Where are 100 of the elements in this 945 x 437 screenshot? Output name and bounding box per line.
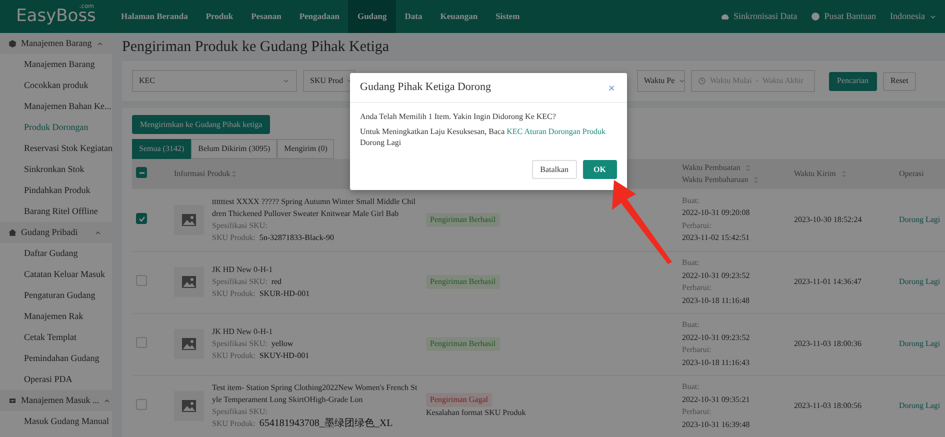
reset-button[interactable]: Reset: [882, 72, 916, 90]
time-label: Buat:: [682, 319, 700, 331]
timestamp: 2022-10-31 09:23:52: [682, 270, 751, 282]
dialog-message: Anda Telah Memilih 1 Item. Yakin Ingin Didorong Ke KEC?: [360, 111, 557, 122]
ok-button[interactable]: OK: [582, 160, 617, 179]
field-label: Spesifikasi SKU:: [212, 220, 268, 232]
status-badge: Pengiriman Berhasil: [426, 275, 500, 289]
field-label: SKU Produk:: [212, 232, 256, 244]
nav-tab[interactable]: Pengadaan: [290, 0, 348, 33]
status-tab[interactable]: Mengirim (0): [277, 139, 334, 159]
product-name: JK HD New 0-H-1: [212, 264, 274, 276]
time-label: Perbarui:: [682, 220, 712, 232]
status-badge: Pengiriman Gagal: [426, 393, 492, 407]
group-title: Manajemen Barang: [21, 36, 92, 50]
group-title: Gudang Pribadi: [21, 226, 78, 239]
timestamp: 2022-10-31 09:23:52: [682, 332, 751, 344]
store-select[interactable]: KEC: [132, 70, 297, 92]
push-again-link[interactable]: Dorong Lagi: [899, 214, 940, 224]
nav-tab[interactable]: Gudang: [348, 0, 396, 33]
status-badge: Pengiriman Berhasil: [426, 337, 500, 351]
push-again-link[interactable]: Dorong Lagi: [899, 401, 940, 410]
page-title: Pengiriman Produk ke Gudang Pihak Ketiga: [122, 38, 390, 57]
push-again-link[interactable]: Dorong Lagi: [899, 277, 940, 286]
sidebar-item[interactable]: Pengaturan Gudang: [0, 285, 112, 306]
sent-time: 2023-10-30 18:52:24: [794, 214, 862, 224]
timestamp: 2023-10-31 16:39:48: [682, 418, 751, 430]
time-label: Perbarui:: [682, 406, 712, 418]
time-label: Buat:: [682, 381, 700, 393]
image-icon: [181, 212, 197, 228]
timestamp: 2022-10-31 09:35:21: [682, 394, 751, 406]
sidebar-item[interactable]: Pemindahan Gudang: [0, 348, 112, 369]
sidebar-item[interactable]: Catatan Keluar Masuk: [0, 264, 112, 285]
time-label: Perbarui:: [682, 344, 712, 356]
nav-tab[interactable]: Sistem: [486, 0, 529, 33]
time-label: Buat:: [682, 257, 700, 269]
rules-link[interactable]: KEC Aturan Dorongan Produk: [506, 127, 606, 136]
status-tab[interactable]: Semua (3142): [132, 139, 192, 159]
sort-icon: [752, 176, 760, 184]
sidebar-item[interactable]: Daftar Gudang: [0, 243, 112, 264]
close-button[interactable]: ×: [606, 82, 617, 94]
sidebar-group-header[interactable]: Manajemen Barang: [0, 33, 112, 54]
checkbox[interactable]: [136, 398, 147, 410]
timestamp: 2022-10-31 09:20:08: [682, 207, 751, 220]
sync-link[interactable]: Sinkronisasi Data: [720, 10, 798, 24]
checkbox[interactable]: [136, 336, 147, 348]
sidebar-item[interactable]: Barang Ritel Offline: [0, 201, 112, 222]
time-label: Buat:: [682, 194, 700, 207]
sidebar-item[interactable]: Masuk Gudang Manual: [0, 411, 112, 432]
help-link[interactable]: Pusat Bantuan: [811, 10, 876, 24]
field-label: SKU Produk:: [212, 288, 256, 300]
image-icon: [181, 336, 197, 352]
push-again-link[interactable]: Dorong Lagi: [899, 339, 940, 348]
column-header[interactable]: Informasi Produk: [174, 169, 230, 178]
status-tab[interactable]: Belum Dikirim (3095): [191, 139, 278, 159]
nav-tab[interactable]: Keuangan: [431, 0, 487, 33]
nav-tab[interactable]: Halaman Beranda: [112, 0, 197, 33]
group-title: Manajemen Masuk ...: [21, 394, 100, 407]
time-type-select[interactable]: Waktu Pe: [637, 70, 685, 92]
status-badge: Pengiriman Berhasil: [426, 212, 500, 227]
sidebar-item[interactable]: Operasi PDA: [0, 369, 112, 390]
checkbox[interactable]: [136, 167, 147, 178]
sidebar-item[interactable]: Produk Dorongan: [0, 117, 112, 138]
sidebar-item[interactable]: Manajemen Bahan Ke...: [0, 96, 112, 117]
nav-tab[interactable]: Pesanan: [242, 0, 290, 33]
field-label: Spesifikasi SKU:: [212, 338, 268, 350]
sidebar-item[interactable]: Reservasi Stok Kegiatan: [0, 138, 112, 159]
sidebar-item[interactable]: Manajemen Barang: [0, 54, 112, 75]
sidebar-item[interactable]: Pindahkan Produk: [0, 180, 112, 201]
cancel-button[interactable]: Batalkan: [532, 160, 577, 179]
check-icon: [138, 214, 146, 222]
column-header[interactable]: Waktu Kirim: [794, 168, 836, 180]
push-to-warehouse-button[interactable]: Mengirimkan ke Gudang Pihak ketiga: [132, 115, 270, 134]
image-icon: [181, 274, 197, 290]
product-name: JK HD New 0-H-1: [212, 326, 274, 338]
timestamp: 2023-11-02 15:42:51: [682, 232, 750, 244]
column-header[interactable]: Waktu Pembaharuan: [682, 174, 748, 186]
sidebar-item[interactable]: Cocokkan produk: [0, 75, 112, 96]
field-label: Spesifikasi SKU:: [212, 276, 268, 288]
sku-code: 654181943708_墨绿团绿色_XL: [259, 418, 393, 430]
nav-tab[interactable]: Produk: [196, 0, 242, 33]
sku-code: SKUR-HD-001: [259, 288, 310, 300]
checkbox[interactable]: [136, 213, 147, 224]
search-button[interactable]: Pencarian: [829, 72, 877, 90]
box-icon: [8, 39, 17, 48]
sidebar-item[interactable]: Manajemen Rak: [0, 306, 112, 327]
sku-select[interactable]: SKU Prod: [303, 70, 355, 92]
sku-spec: yellow: [271, 338, 294, 350]
sku-code: 5n-32871833-Black-90: [259, 232, 334, 244]
checkbox[interactable]: [136, 274, 147, 286]
sidebar-group-header[interactable]: Gudang Pribadi: [0, 222, 112, 243]
timestamp: 2023-10-18 11:16:43: [682, 356, 750, 368]
column-header[interactable]: Waktu Pembuatan: [682, 162, 740, 174]
language-select[interactable]: Indonesia: [890, 10, 937, 24]
image-icon: [181, 398, 197, 414]
sent-time: 2023-11-03 18:00:56: [794, 401, 862, 410]
sidebar-item[interactable]: Sinkronkan Stok: [0, 159, 112, 180]
sidebar-item[interactable]: Cetak Templat: [0, 327, 112, 348]
sidebar-group-header[interactable]: Manajemen Masuk ...: [0, 390, 112, 411]
field-label: SKU Produk:: [212, 418, 256, 430]
sent-time: 2023-11-01 14:36:47: [794, 277, 862, 286]
